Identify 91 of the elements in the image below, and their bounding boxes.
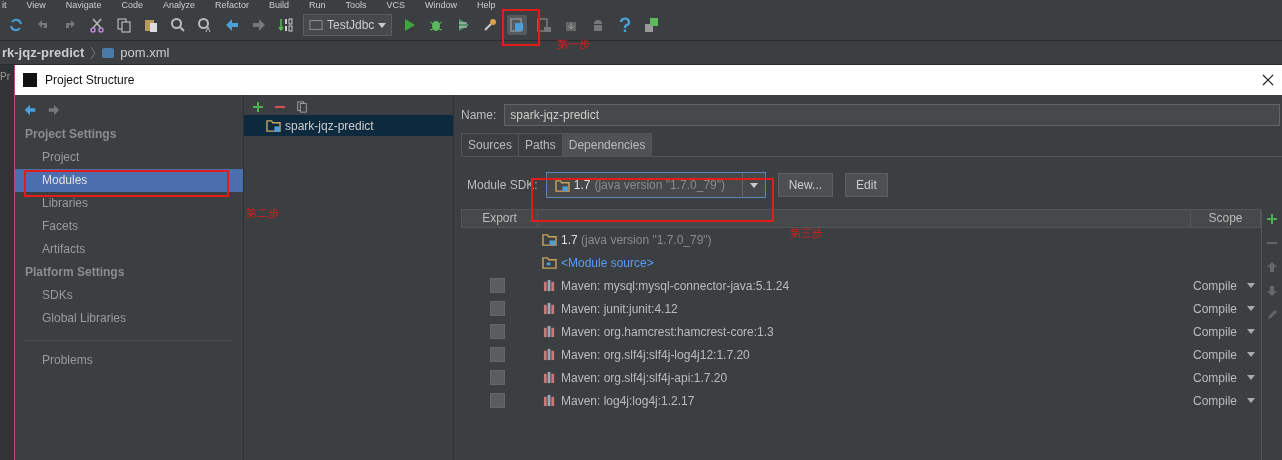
back-arrow-icon[interactable] xyxy=(23,103,37,117)
tab[interactable]: Dependencies xyxy=(561,133,653,156)
caret-icon xyxy=(1247,375,1255,380)
menu-item[interactable]: Navigate xyxy=(65,0,102,10)
sidebar-item[interactable]: Modules xyxy=(15,169,243,192)
add-icon[interactable] xyxy=(1266,213,1278,225)
export-checkbox[interactable] xyxy=(490,278,505,293)
name-label: Name: xyxy=(461,107,497,122)
scope-dropdown[interactable]: Compile xyxy=(1193,370,1255,385)
sidebar-section-title: Project Settings xyxy=(24,126,118,143)
caret-icon xyxy=(1247,398,1255,403)
dependency-name: Maven: log4j:log4j:1.2.17 xyxy=(561,393,695,408)
name-field[interactable]: spark-jqz-predict xyxy=(504,103,1280,126)
dependency-name: <Module source> xyxy=(561,255,654,270)
sidebar-item[interactable]: SDKs xyxy=(15,284,243,307)
menu-item[interactable]: Code xyxy=(121,0,143,10)
scope-dropdown[interactable]: Compile xyxy=(1193,278,1255,293)
sdk-folder-icon xyxy=(542,233,557,246)
project-structure-icon[interactable] xyxy=(507,15,528,35)
breadcrumb-item[interactable]: rk-jqz-predict xyxy=(2,45,85,60)
sidebar-item[interactable]: Facets xyxy=(15,215,243,238)
library-books-icon xyxy=(542,394,557,407)
sidebar-item[interactable]: Global Libraries xyxy=(15,307,243,330)
module-item[interactable]: spark-jqz-predict xyxy=(244,115,453,136)
sidebar-item[interactable]: Artifacts xyxy=(15,238,243,261)
application-icon xyxy=(309,18,323,32)
sidebar-item[interactable]: Problems xyxy=(15,349,243,372)
build-icon[interactable] xyxy=(276,15,296,35)
scope-dropdown[interactable]: Compile xyxy=(1193,301,1255,316)
folder-icon xyxy=(542,256,557,269)
annotation-text: 第三步 xyxy=(790,226,823,241)
sidebar-section-title: Platform Settings xyxy=(24,264,126,281)
menu-item[interactable]: Refactor xyxy=(214,0,249,10)
menu-item[interactable]: View xyxy=(26,0,46,10)
export-checkbox[interactable] xyxy=(490,347,505,362)
menu-item[interactable]: it xyxy=(2,0,7,10)
menu-item[interactable]: VCS xyxy=(386,0,405,10)
annotation-text: 第一步 xyxy=(557,37,590,52)
copy-icon[interactable] xyxy=(114,15,134,35)
chevron-separator-icon xyxy=(90,45,97,60)
export-checkbox[interactable] xyxy=(490,370,505,385)
library-books-icon xyxy=(542,348,557,361)
sdk-folder-icon xyxy=(554,178,570,192)
add-icon[interactable] xyxy=(252,101,264,113)
column-header[interactable]: Scope xyxy=(1191,210,1260,227)
copy-icon[interactable] xyxy=(296,101,308,113)
tool-window-label: Pr xyxy=(0,71,10,82)
dependency-name: Maven: org.hamcrest:hamcrest-core:1.3 xyxy=(561,324,774,339)
library-books-icon xyxy=(542,325,557,338)
dependency-name: Maven: mysql:mysql-connector-java:5.1.24 xyxy=(561,278,790,293)
dependency-name: Maven: org.slf4j:slf4j-log4j12:1.7.20 xyxy=(561,347,750,362)
dependency-name: Maven: junit:junit:4.12 xyxy=(561,301,678,316)
caret-icon xyxy=(1247,352,1255,357)
dialog-button[interactable]: Edit xyxy=(845,173,888,197)
dependency-name: 1.7 (java version "1.7.0_79") xyxy=(561,232,712,247)
sidebar-item[interactable]: Project xyxy=(15,146,243,169)
menu-item[interactable]: Build xyxy=(268,0,289,10)
caret-icon xyxy=(378,22,387,28)
run-configuration-dropdown[interactable]: TestJdbc xyxy=(303,14,393,36)
breadcrumb-item[interactable]: pom.xml xyxy=(120,45,170,60)
caret-icon xyxy=(1247,329,1255,334)
caret-icon xyxy=(749,182,758,188)
library-books-icon xyxy=(542,302,557,315)
menu-item[interactable]: Analyze xyxy=(162,0,195,10)
sidebar-item[interactable]: Libraries xyxy=(15,192,243,215)
column-header[interactable]: Export xyxy=(462,210,538,227)
dialog-title: Project Structure xyxy=(45,73,136,87)
menu-item[interactable]: Window xyxy=(425,0,458,10)
dependency-name: Maven: org.slf4j:slf4j-api:1.7.20 xyxy=(561,370,728,385)
app-logo-icon xyxy=(23,73,37,87)
export-checkbox[interactable] xyxy=(490,301,505,316)
caret-icon xyxy=(1247,283,1255,288)
library-books-icon xyxy=(542,279,557,292)
dialog-button[interactable]: New... xyxy=(777,173,834,197)
library-books-icon xyxy=(542,371,557,384)
annotation-frame xyxy=(502,9,540,46)
menu-item[interactable]: Tools xyxy=(345,0,367,10)
annotation-text: 第二步 xyxy=(246,206,279,221)
close-icon[interactable] xyxy=(1262,74,1274,86)
tab[interactable]: Sources xyxy=(461,133,520,156)
caret-icon xyxy=(1247,306,1255,311)
forward-arrow-icon[interactable] xyxy=(47,103,61,117)
module-folder-icon xyxy=(266,119,281,132)
sdk-dropdown[interactable]: 1.7 (java version "1.7.0_79") xyxy=(545,172,766,198)
scope-dropdown[interactable]: Compile xyxy=(1193,347,1255,362)
scope-dropdown[interactable]: Compile xyxy=(1193,324,1255,339)
export-checkbox[interactable] xyxy=(490,393,505,408)
export-checkbox[interactable] xyxy=(490,324,505,339)
scope-dropdown[interactable]: Compile xyxy=(1193,393,1255,408)
menu-item[interactable]: Help xyxy=(477,0,496,10)
menu-item[interactable]: Run xyxy=(308,0,326,10)
